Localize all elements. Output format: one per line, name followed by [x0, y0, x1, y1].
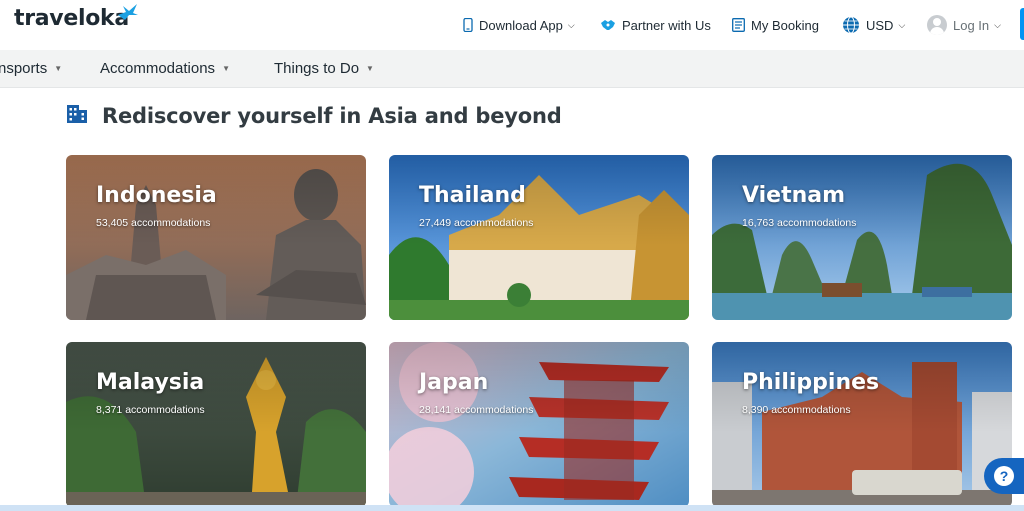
- building-icon: [66, 102, 88, 129]
- bottom-scroll-indicator: [0, 505, 1024, 511]
- phone-icon: [463, 18, 473, 32]
- help-question-icon: ?: [994, 466, 1014, 486]
- login-label: Log In: [953, 17, 990, 33]
- subnav-item-accommodations[interactable]: Accommodations ▼: [100, 60, 230, 77]
- bird-logo-icon: [118, 4, 138, 20]
- chevron-down-icon: ⌵: [994, 19, 1001, 30]
- help-button[interactable]: ?: [984, 458, 1024, 494]
- login-menu[interactable]: Log In ⌵: [927, 14, 1001, 36]
- destination-name: Philippines: [742, 370, 880, 395]
- card-overlay: [712, 155, 1012, 320]
- traveloka-logo[interactable]: traveloka: [14, 6, 129, 31]
- section-title: Rediscover yourself in Asia and beyond: [102, 103, 562, 128]
- my-booking-label: My Booking: [751, 17, 819, 33]
- subnav-item-transports[interactable]: nsports ▼: [0, 60, 62, 77]
- download-app-menu[interactable]: Download App ⌵: [463, 14, 575, 36]
- destination-card-philippines[interactable]: Philippines 8,390 accommodations: [712, 342, 1012, 507]
- destination-name: Indonesia: [96, 183, 217, 208]
- handshake-icon: [600, 18, 616, 32]
- globe-icon: [842, 16, 860, 34]
- caret-down-icon: ▼: [366, 64, 374, 73]
- accommodation-count: 8,390 accommodations: [742, 404, 851, 416]
- subnav-label: Accommodations: [100, 60, 216, 77]
- card-overlay: [66, 342, 366, 507]
- currency-label: USD: [866, 17, 894, 33]
- chevron-down-icon: ⌵: [567, 19, 575, 30]
- destination-card-thailand[interactable]: Thailand 27,449 accommodations: [389, 155, 689, 320]
- subnav-item-things-to-do[interactable]: Things to Do ▼: [274, 60, 374, 77]
- destination-name: Vietnam: [742, 183, 846, 208]
- download-app-label: Download App: [479, 17, 563, 33]
- partner-link[interactable]: Partner with Us: [600, 14, 711, 36]
- accommodation-count: 53,405 accommodations: [96, 217, 211, 229]
- card-overlay: [66, 155, 366, 320]
- destination-name: Japan: [419, 370, 489, 395]
- chevron-down-icon: ⌵: [898, 19, 906, 30]
- currency-selector[interactable]: USD ⌵: [842, 14, 905, 36]
- user-avatar-icon: [927, 15, 947, 35]
- section-header: Rediscover yourself in Asia and beyond: [66, 102, 562, 129]
- booking-list-icon: [732, 18, 745, 32]
- destination-name: Malaysia: [96, 370, 205, 395]
- accommodation-count: 27,449 accommodations: [419, 217, 534, 229]
- card-overlay: [389, 342, 689, 507]
- card-overlay: [712, 342, 1012, 507]
- destination-name: Thailand: [419, 183, 526, 208]
- product-subnav: nsports ▼ Accommodations ▼ Things to Do …: [0, 50, 1024, 88]
- accommodation-count: 8,371 accommodations: [96, 404, 205, 416]
- accommodation-count: 16,763 accommodations: [742, 217, 857, 229]
- destination-card-malaysia[interactable]: Malaysia 8,371 accommodations: [66, 342, 366, 507]
- my-booking-link[interactable]: My Booking: [732, 14, 819, 36]
- caret-down-icon: ▼: [222, 64, 230, 73]
- accommodation-count: 28,141 accommodations: [419, 404, 534, 416]
- caret-down-icon: ▼: [54, 64, 63, 73]
- top-header: traveloka Download App ⌵ Partner with Us…: [0, 0, 1024, 50]
- destination-card-japan[interactable]: Japan 28,141 accommodations: [389, 342, 689, 507]
- destination-card-vietnam[interactable]: Vietnam 16,763 accommodations: [712, 155, 1012, 320]
- subnav-label: Things to Do: [274, 60, 360, 77]
- register-button-edge[interactable]: [1020, 8, 1024, 40]
- destination-card-indonesia[interactable]: Indonesia 53,405 accommodations: [66, 155, 366, 320]
- card-overlay: [389, 155, 689, 320]
- subnav-label: nsports: [0, 60, 48, 77]
- partner-label: Partner with Us: [622, 17, 711, 33]
